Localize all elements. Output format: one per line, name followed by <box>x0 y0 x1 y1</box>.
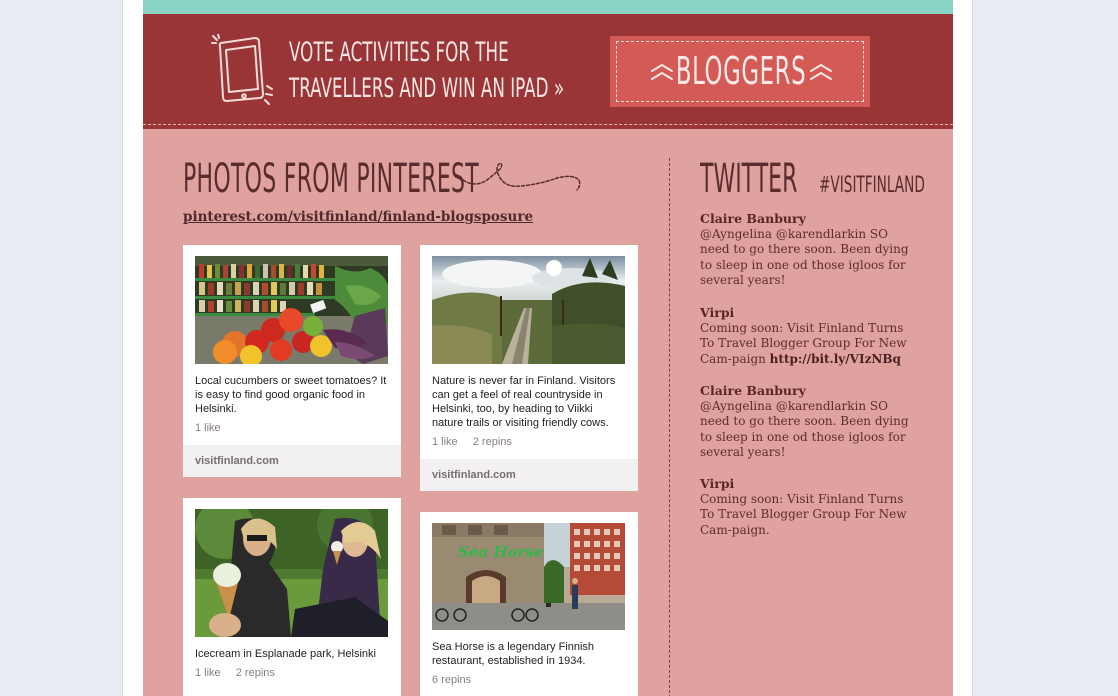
tweet-author[interactable]: Virpi <box>700 476 916 492</box>
tweet-text: @Ayngelina @karendlarkin SO need to go t… <box>700 226 909 288</box>
tweet-link[interactable]: http://bit.ly/VIzNBq <box>770 352 901 366</box>
pin-card[interactable]: Local cucumbers or sweet tomatoes? It is… <box>183 245 401 477</box>
tweet: Claire Banbury @Ayngelina @karendlarkin … <box>700 211 916 289</box>
pin-stats: 1 like 2 repins <box>195 667 287 679</box>
pin-caption: Nature is never far in Finland. Visitors… <box>432 375 616 429</box>
bloggers-button-border: BLOGGERS <box>616 41 864 102</box>
tweet: Claire Banbury @Ayngelina @karendlarkin … <box>700 383 916 461</box>
pin-caption: Local cucumbers or sweet tomatoes? It is… <box>195 375 387 415</box>
column-divider <box>669 158 670 696</box>
tweet: Virpi Coming soon: Visit Finland Turns T… <box>700 476 916 538</box>
sea-horse-restaurant-photo: Sea Horse <box>432 523 625 630</box>
pin-likes: 1 like <box>195 422 221 434</box>
twitter-section-title: Twitter <box>700 156 798 202</box>
photos-section-title: Photos from pinterest <box>183 156 479 202</box>
pin-source[interactable]: visitfinland.com <box>183 445 401 477</box>
pin-likes: 1 like <box>432 436 458 448</box>
pin-repins: 2 repins <box>472 436 512 448</box>
pinterest-board-link[interactable]: pinterest.com/visitfinland/finland-blogs… <box>183 209 533 225</box>
pin-caption: Sea Horse is a legendary Finnish restaur… <box>432 641 595 667</box>
tweet-author[interactable]: Claire Banbury <box>700 211 916 227</box>
tweet-author[interactable]: Virpi <box>700 305 916 321</box>
tweet: Virpi Coming soon: Visit Finland Turns T… <box>700 305 916 367</box>
newsletter-content: Vote activities for the travellers and w… <box>143 0 953 696</box>
double-chevron-up-icon <box>810 64 832 80</box>
decorative-squiggle-icon <box>462 162 581 191</box>
pin-source[interactable]: visitfinland.com <box>420 459 638 491</box>
ipad-icon <box>211 34 273 105</box>
pin-card[interactable]: Nature is never far in Finland. Visitors… <box>420 245 638 491</box>
tweet-author[interactable]: Claire Banbury <box>700 383 916 399</box>
pin-card[interactable]: Icecream in Esplanade park, Helsinki 1 l… <box>183 498 401 696</box>
bloggers-button[interactable]: BLOGGERS <box>610 36 870 107</box>
banner-divider <box>143 124 953 125</box>
top-accent-bar <box>143 0 953 14</box>
pin-stats: 1 like <box>195 422 233 434</box>
banner-headline: Vote activities for the travellers and w… <box>289 35 564 107</box>
icecream-park-photo <box>195 509 388 637</box>
nature-boardwalk-photo <box>432 256 625 364</box>
tweet-text: @Ayngelina @karendlarkin SO need to go t… <box>700 398 909 460</box>
bloggers-button-label: BLOGGERS <box>675 49 807 93</box>
pin-stats: 1 like 2 repins <box>432 436 524 448</box>
ipad-contest-banner[interactable]: Vote activities for the travellers and w… <box>143 14 953 129</box>
twitter-hashtag[interactable]: #visitfinland <box>819 173 925 198</box>
pin-card[interactable]: Sea Horse Sea Horse is a legendary Finni… <box>420 512 638 696</box>
pin-repins: 2 repins <box>235 667 275 679</box>
pin-likes: 1 like <box>195 667 221 679</box>
pin-caption: Icecream in Esplanade park, Helsinki <box>195 648 376 660</box>
tweet-text: Coming soon: Visit Finland Turns To Trav… <box>700 491 907 537</box>
vegetable-market-photo <box>195 256 388 364</box>
pin-stats: 6 repins <box>432 674 483 686</box>
svg-text:Sea Horse: Sea Horse <box>458 543 543 561</box>
banner-line-2: travellers and win an iPad » <box>289 73 565 104</box>
pin-repins: 6 repins <box>432 674 472 686</box>
banner-line-1: Vote activities for the <box>289 37 509 68</box>
